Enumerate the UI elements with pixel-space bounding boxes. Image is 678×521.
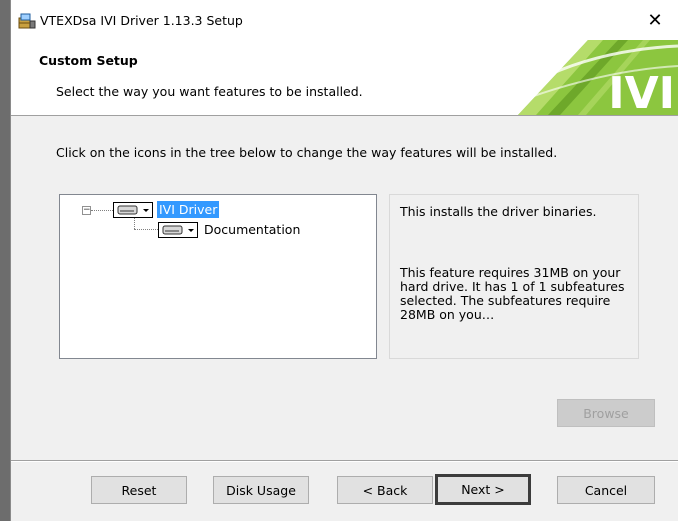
description-summary: This installs the driver binaries.	[400, 204, 597, 219]
tree-item-label: IVI Driver	[157, 201, 220, 218]
feature-description: This installs the driver binaries. This …	[389, 194, 639, 359]
setup-window: VTEXDsa IVI Driver 1.13.3 Setup ✕ Custom…	[10, 0, 678, 521]
ivi-logo: IVI	[478, 40, 678, 115]
tree-item-label: Documentation	[204, 222, 301, 237]
hard-drive-icon[interactable]	[113, 201, 153, 218]
installer-icon	[18, 13, 36, 29]
disk-usage-button[interactable]: Disk Usage	[213, 476, 309, 504]
collapse-icon[interactable]: −	[82, 206, 91, 215]
footer-divider	[11, 460, 678, 462]
header-banner: Custom Setup Select the way you want fea…	[11, 40, 678, 116]
cancel-button[interactable]: Cancel	[557, 476, 655, 504]
instructions-text: Click on the icons in the tree below to …	[56, 145, 558, 160]
page-subtitle: Select the way you want features to be i…	[56, 84, 363, 99]
tree-item-documentation[interactable]: Documentation	[158, 221, 302, 238]
browse-button[interactable]: Browse	[557, 399, 655, 427]
reset-button[interactable]: Reset	[91, 476, 187, 504]
window-title: VTEXDsa IVI Driver 1.13.3 Setup	[40, 13, 243, 28]
close-icon[interactable]: ✕	[638, 8, 672, 34]
back-button[interactable]: < Back	[337, 476, 433, 504]
title-bar: VTEXDsa IVI Driver 1.13.3 Setup ✕	[11, 0, 678, 40]
next-button[interactable]: Next >	[435, 474, 531, 505]
description-details: This feature requires 31MB on your hard …	[400, 265, 625, 322]
logo-text: IVI	[608, 68, 675, 115]
page-title: Custom Setup	[39, 53, 138, 68]
tree-item-ivi-driver[interactable]: IVI Driver	[113, 201, 220, 218]
feature-tree[interactable]: − IVI Driver Documentation	[59, 194, 377, 359]
hard-drive-icon[interactable]	[158, 221, 198, 238]
